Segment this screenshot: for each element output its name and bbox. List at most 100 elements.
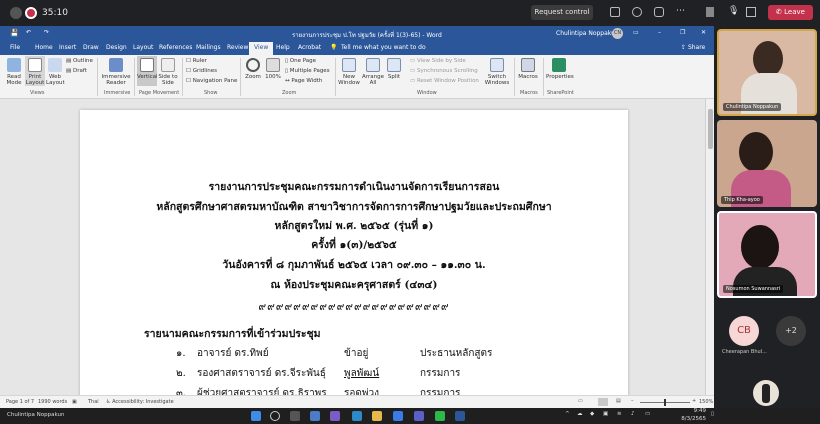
share-button[interactable]: ⇪ Share — [681, 44, 705, 51]
switch-windows-button[interactable]: Switch Windows — [484, 58, 510, 86]
redo-icon[interactable]: ↷ — [44, 29, 49, 36]
vertical-scrollbar[interactable] — [705, 99, 714, 395]
tab-draw[interactable]: Draw — [83, 44, 99, 51]
word-count[interactable]: 1990 words — [38, 399, 67, 405]
dropbox-tray-icon[interactable]: ◆ — [590, 411, 594, 417]
request-control-button[interactable]: Request control — [531, 5, 593, 20]
print-layout-view-icon[interactable] — [598, 398, 608, 406]
language[interactable]: Thai — [88, 399, 99, 405]
multiple-pages-button[interactable]: ▯ Multiple Pages — [285, 68, 330, 74]
participant-video[interactable]: Chulintipa Noppakun — [717, 29, 817, 116]
search-icon[interactable] — [270, 411, 280, 421]
teams-chat-icon[interactable] — [330, 411, 340, 421]
side-to-side-button[interactable]: Side to Side — [158, 58, 178, 86]
more-participants-button[interactable]: +2 — [776, 316, 806, 346]
chat-icon[interactable] — [610, 7, 620, 17]
participant-video[interactable]: Thip Kha-ayoo — [717, 120, 817, 207]
share-screen-icon[interactable] — [746, 7, 756, 17]
zoom-slider-handle[interactable] — [664, 399, 666, 406]
new-window-button[interactable]: New Window — [338, 58, 360, 86]
tab-home[interactable]: Home — [35, 44, 53, 51]
read-mode-button[interactable]: Read Mode — [4, 58, 24, 86]
leave-button[interactable]: ✆ Leave — [768, 5, 813, 20]
widgets-icon[interactable] — [310, 411, 320, 421]
split-button[interactable]: Split — [385, 58, 403, 80]
battery-icon[interactable]: ▭ — [645, 411, 650, 417]
notifications-icon[interactable]: ▯ — [711, 411, 714, 417]
wifi-icon[interactable]: ≋ — [617, 411, 622, 417]
tab-references[interactable]: References — [159, 44, 192, 51]
edge-icon[interactable] — [352, 411, 362, 421]
web-layout-button[interactable]: Web Layout — [46, 58, 65, 86]
clock-date[interactable]: 8/3/2565 — [672, 416, 706, 422]
file-explorer-icon[interactable] — [372, 411, 382, 421]
immersive-reader-button[interactable]: Immersive Reader — [101, 58, 131, 86]
zoom-button[interactable]: Zoom — [244, 58, 262, 80]
show-hidden-icons[interactable]: ^ — [565, 411, 570, 417]
tell-me-search[interactable]: Tell me what you want to do — [341, 44, 426, 51]
tab-review[interactable]: Review — [227, 44, 248, 51]
word-icon[interactable] — [455, 411, 465, 421]
macros-button[interactable]: Macros — [517, 58, 539, 80]
proofing-icon[interactable]: ▣ — [72, 399, 77, 405]
save-icon[interactable]: 💾 — [10, 29, 19, 37]
ribbon-display-icon[interactable]: ▭ — [633, 29, 639, 36]
dropbox-icon[interactable] — [393, 411, 403, 421]
tab-help[interactable]: Help — [276, 44, 290, 51]
account-avatar[interactable]: CN — [612, 28, 623, 39]
vertical-button[interactable]: Vertical — [137, 56, 158, 86]
undo-icon[interactable]: ↶ — [26, 29, 31, 36]
people-icon[interactable] — [632, 7, 642, 17]
arrange-all-button[interactable]: Arrange All — [362, 58, 384, 86]
close-icon[interactable]: ✕ — [701, 29, 706, 36]
minimize-icon[interactable]: – — [658, 29, 661, 36]
document-canvas[interactable]: รายงานการประชุมคณะกรรมการดำเนินงานจัดการ… — [0, 99, 714, 395]
clock-time[interactable]: 9:49 — [682, 408, 706, 414]
properties-button[interactable]: Properties — [546, 58, 574, 80]
tab-layout[interactable]: Layout — [133, 44, 153, 51]
scrollbar-thumb[interactable] — [708, 109, 713, 149]
tab-acrobat[interactable]: Acrobat — [298, 44, 321, 51]
tab-view[interactable]: View — [249, 42, 274, 55]
page-count[interactable]: Page 1 of 7 — [6, 399, 34, 405]
camera-off-icon[interactable] — [706, 7, 714, 17]
tab-file[interactable]: File — [10, 44, 20, 51]
synchronous-scrolling-button[interactable]: ▭ Synchronous Scrolling — [410, 68, 478, 74]
zoom-level[interactable]: 150% — [699, 399, 713, 405]
onedrive-icon[interactable]: ☁ — [577, 411, 583, 417]
mic-muted-icon[interactable]: 🎙 — [728, 6, 739, 16]
tray-app-icon[interactable]: ▣ — [603, 411, 608, 417]
document-page[interactable]: รายงานการประชุมคณะกรรมการดำเนินงานจัดการ… — [80, 110, 628, 395]
volume-icon[interactable]: ♪ — [631, 411, 635, 417]
line-icon[interactable] — [435, 411, 445, 421]
tab-insert[interactable]: Insert — [59, 44, 76, 51]
page-width-button[interactable]: ↔ Page Width — [285, 78, 322, 84]
reactions-icon[interactable] — [654, 7, 664, 17]
print-layout-button[interactable]: Print Layout — [25, 56, 45, 86]
one-page-button[interactable]: ▯ One Page — [285, 58, 316, 64]
focus-icon[interactable]: ▭ — [578, 398, 583, 404]
ruler-checkbox[interactable]: ☐ Ruler — [186, 58, 207, 64]
view-side-by-side-button[interactable]: ▭ View Side by Side — [410, 58, 466, 64]
teams-icon[interactable] — [414, 411, 424, 421]
participant-video[interactable]: Nosumon Suwannasri — [717, 211, 817, 298]
navigation-pane-checkbox[interactable]: ☐ Navigation Pane — [186, 78, 237, 84]
accessibility-status[interactable]: ♿ Accessibility: Investigate — [106, 399, 174, 405]
outline-button[interactable]: ▤ Outline — [66, 58, 93, 64]
avatar[interactable]: CB — [729, 316, 759, 346]
account-name[interactable]: Chulintipa Noppakun — [556, 30, 619, 37]
tab-design[interactable]: Design — [106, 44, 127, 51]
restore-icon[interactable]: ❐ — [680, 29, 685, 36]
gridlines-checkbox[interactable]: ☐ Gridlines — [186, 68, 217, 74]
draft-button[interactable]: ▤ Draft — [66, 68, 87, 74]
tab-mailings[interactable]: Mailings — [196, 44, 221, 51]
web-layout-view-icon[interactable]: ▤ — [616, 398, 621, 404]
participants-icon[interactable] — [10, 7, 22, 19]
reset-window-position-button[interactable]: ▭ Reset Window Position — [410, 78, 479, 84]
zoom-out-icon[interactable]: – — [631, 398, 634, 404]
task-view-icon[interactable] — [290, 411, 300, 421]
more-options-icon[interactable]: ⋯ — [676, 6, 685, 16]
start-icon[interactable] — [251, 411, 261, 421]
zoom-in-icon[interactable]: + — [692, 398, 696, 404]
zoom-100-button[interactable]: 100% — [264, 58, 282, 80]
